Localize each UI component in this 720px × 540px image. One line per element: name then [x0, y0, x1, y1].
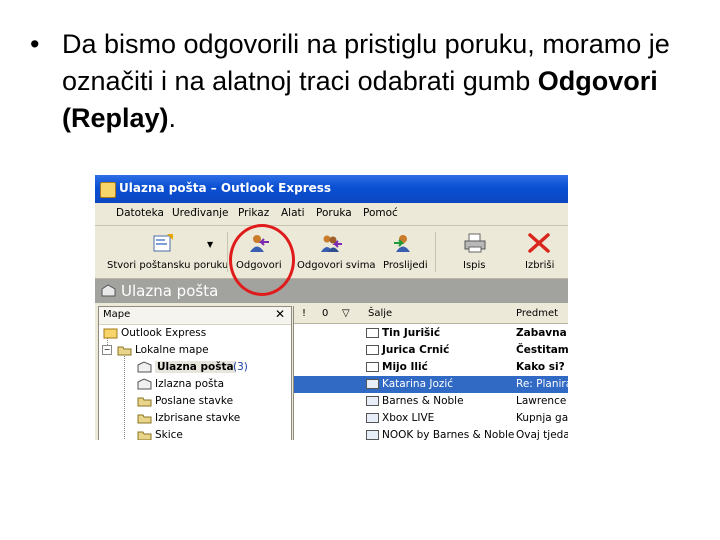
new-mail-button[interactable]: ▼ Stvori poštansku poruku	[103, 226, 228, 278]
message-list-header: ! 0 ▽ Šalje Predmet	[294, 306, 568, 324]
message-sender: Barnes & Noble	[382, 395, 464, 407]
toolbar-label: Ispis	[463, 260, 486, 271]
message-subject: Ovaj tjeda	[516, 429, 568, 440]
message-row-selected[interactable]: Katarina Jozić Re: Planira	[294, 376, 568, 393]
toolbar-label: Izbriši	[525, 260, 555, 271]
toolbar-label: Odgovori svima	[297, 260, 376, 271]
folder-pane: Mape ✕ Outlook Express − Lokalne mape Ul…	[98, 306, 292, 440]
delete-icon	[528, 233, 550, 253]
attachment-column[interactable]: 0	[322, 308, 328, 319]
menu-datoteka[interactable]: Datoteka	[116, 207, 164, 219]
toolbar-separator	[227, 232, 228, 272]
message-row[interactable]: Tin Jurišić Zabavna	[294, 325, 568, 342]
message-subject: Lawrence	[516, 395, 567, 407]
delete-button[interactable]: Izbriši	[519, 226, 559, 278]
sent-items-icon	[137, 397, 152, 407]
printer-icon	[464, 233, 486, 253]
message-sender: Mijo Ilić	[382, 361, 428, 373]
priority-column[interactable]: !	[302, 308, 306, 319]
unread-envelope-icon	[366, 362, 379, 372]
read-envelope-icon	[366, 413, 379, 423]
message-sender: NOOK by Barnes & Noble	[382, 429, 515, 440]
tree-line	[124, 351, 125, 440]
toolbar-separator	[435, 232, 436, 272]
deleted-items-icon	[137, 414, 152, 424]
message-row[interactable]: Xbox LIVE Kupnja ga	[294, 410, 568, 427]
unread-envelope-icon	[366, 328, 379, 338]
outlook-express-icon	[103, 328, 118, 339]
message-sender: Katarina Jozić	[382, 378, 454, 390]
chevron-down-icon[interactable]: ▼	[207, 240, 213, 249]
forward-button[interactable]: Proslijedi	[379, 226, 431, 278]
menu-alati[interactable]: Alati	[281, 207, 305, 219]
reply-highlight-circle	[229, 224, 295, 296]
title-bar[interactable]: Ulazna pošta – Outlook Express	[95, 175, 568, 203]
inbox-icon	[137, 361, 152, 373]
message-subject: Čestitam	[516, 344, 568, 356]
message-sender: Jurica Crnić	[382, 344, 450, 356]
flag-column[interactable]: ▽	[342, 308, 350, 319]
unread-count: (3)	[233, 361, 248, 373]
message-subject: Re: Planira	[516, 378, 568, 390]
close-icon[interactable]: ✕	[275, 307, 285, 321]
collapse-icon[interactable]: −	[102, 345, 112, 355]
folder-label: Lokalne mape	[135, 344, 209, 356]
app-icon	[100, 182, 116, 198]
menu-bar: Datoteka Uređivanje Prikaz Alati Poruka …	[95, 203, 568, 226]
folder-label: Skice	[155, 429, 183, 440]
drafts-icon	[137, 431, 152, 440]
folder-label: Outlook Express	[121, 327, 207, 339]
read-envelope-icon	[366, 396, 379, 406]
print-button[interactable]: Ispis	[457, 226, 497, 278]
message-row[interactable]: Barnes & Noble Lawrence	[294, 393, 568, 410]
folder-pane-title: Mape	[103, 309, 131, 320]
from-column[interactable]: Šalje	[368, 308, 392, 319]
folder-label: Izlazna pošta	[155, 378, 225, 390]
banner-title: Ulazna pošta	[121, 282, 219, 300]
folder-pane-header: Mape ✕	[99, 307, 291, 325]
message-row[interactable]: Mijo Ilić Kako si?	[294, 359, 568, 376]
read-envelope-icon	[366, 379, 379, 389]
toolbar-label: Proslijedi	[383, 260, 428, 271]
outbox-icon	[137, 378, 152, 390]
slide-instruction: • Da bismo odgovorili na pristiglu poruk…	[30, 26, 690, 137]
toolbar-label: Stvori poštansku poruku	[107, 260, 229, 271]
subject-column[interactable]: Predmet	[516, 308, 558, 319]
message-sender: Tin Jurišić	[382, 327, 441, 339]
window-title: Ulazna pošta – Outlook Express	[119, 181, 332, 195]
message-list: ! 0 ▽ Šalje Predmet Tin Jurišić Zabavna …	[293, 306, 568, 440]
message-subject: Kupnja ga	[516, 412, 568, 424]
folder-banner: Ulazna pošta	[95, 279, 568, 303]
unread-envelope-icon	[366, 345, 379, 355]
inbox-icon	[101, 284, 116, 297]
message-sender: Xbox LIVE	[382, 412, 435, 424]
menu-pomoc[interactable]: Pomoć	[363, 207, 398, 219]
reply-all-button[interactable]: Odgovori svima	[293, 226, 376, 278]
message-row[interactable]: NOOK by Barnes & Noble Ovaj tjeda	[294, 427, 568, 440]
folder-icon	[117, 346, 132, 356]
message-row[interactable]: Jurica Crnić Čestitam	[294, 342, 568, 359]
folder-label: Izbrisane stavke	[155, 412, 241, 424]
read-envelope-icon	[366, 430, 379, 440]
toolbar: ▼ Stvori poštansku poruku Odgovori Odgov…	[95, 226, 568, 279]
forward-icon	[394, 235, 410, 252]
outlook-express-window: Ulazna pošta – Outlook Express Datoteka …	[95, 175, 568, 440]
message-subject: Zabavna	[516, 327, 567, 339]
message-subject: Kako si?	[516, 361, 565, 373]
reply-all-icon	[321, 235, 342, 252]
new-mail-icon	[153, 234, 173, 252]
folder-label: Ulazna pošta	[155, 361, 236, 373]
menu-poruka[interactable]: Poruka	[316, 207, 352, 219]
folder-label: Poslane stavke	[155, 395, 234, 407]
menu-prikaz[interactable]: Prikaz	[238, 207, 269, 219]
instruction-paragraph: Da bismo odgovorili na pristiglu poruku,…	[62, 26, 690, 137]
menu-uredivanje[interactable]: Uređivanje	[172, 207, 229, 219]
bullet: •	[30, 29, 40, 59]
instruction-end: .	[168, 103, 177, 133]
